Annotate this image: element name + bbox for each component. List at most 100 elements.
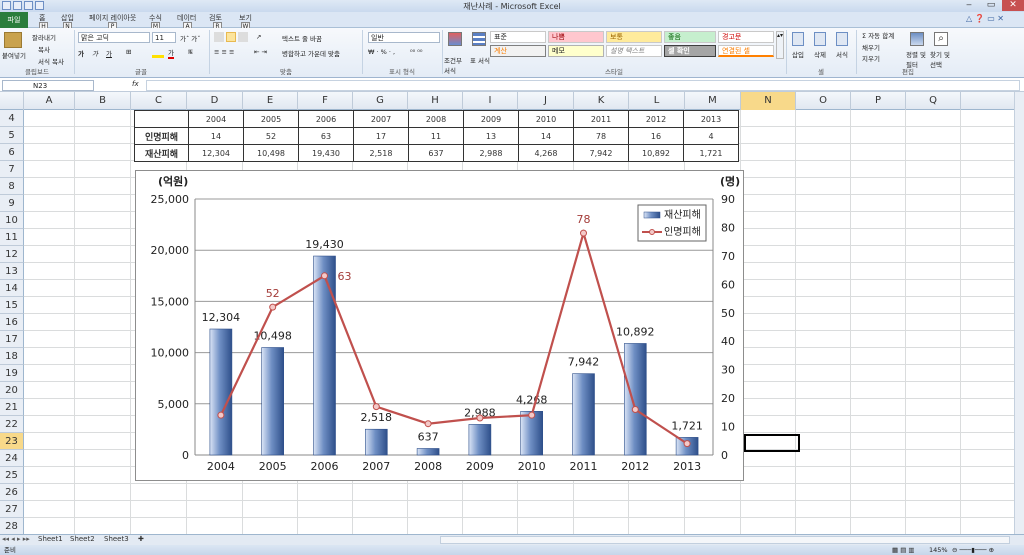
row-header[interactable]: 5 [0, 127, 24, 144]
fill-color-icon[interactable] [152, 48, 164, 58]
zoom-slider[interactable]: ⊖ ───▮─── ⊕ [952, 545, 994, 555]
minimize-icon[interactable]: ‒ [958, 0, 980, 11]
table-cell[interactable]: 2009 [463, 110, 519, 128]
autosum-button[interactable]: Σ 자동 합계 [862, 30, 894, 40]
row-header[interactable]: 15 [0, 297, 24, 314]
border-icon[interactable]: ⊞ [126, 48, 131, 56]
style-neutral[interactable]: 보통 [606, 31, 662, 43]
paste-icon[interactable] [4, 32, 22, 48]
sheet-nav-icon[interactable]: ◂◂ ◂ ▸ ▸▸ [2, 535, 30, 544]
table-cell[interactable]: 19,430 [298, 144, 354, 162]
zoom-level[interactable]: 145% [929, 545, 948, 555]
align-bottom-icon[interactable] [238, 32, 248, 42]
font-name-select[interactable]: 맑은 고딕 [78, 32, 150, 43]
select-all-corner[interactable] [0, 92, 24, 110]
row-header[interactable]: 6 [0, 144, 24, 161]
column-header[interactable]: C [131, 92, 187, 110]
table-format-icon[interactable] [472, 32, 486, 46]
table-cell[interactable]: 2007 [353, 110, 409, 128]
font-size-select[interactable]: 11 [152, 32, 176, 43]
column-header[interactable]: D [187, 92, 243, 110]
table-cell[interactable]: 14 [518, 127, 574, 145]
table-cell[interactable]: 2013 [683, 110, 739, 128]
table-cell[interactable]: 2010 [518, 110, 574, 128]
view-buttons-icon[interactable]: ▦ ▤ ▥ [892, 545, 915, 555]
row-header[interactable]: 12 [0, 246, 24, 263]
row-header[interactable]: 22 [0, 416, 24, 433]
insert-cells-button[interactable]: 삽입 [792, 49, 804, 59]
orientation-icon[interactable]: ↗ [256, 33, 261, 41]
number-format-select[interactable]: 일반 [368, 32, 440, 43]
table-cell[interactable]: 52 [243, 127, 299, 145]
active-cell-selection[interactable] [744, 434, 800, 452]
table-cell[interactable]: 2011 [573, 110, 629, 128]
column-header[interactable]: N [741, 92, 796, 110]
row-header[interactable]: 21 [0, 399, 24, 416]
row-header[interactable]: 11 [0, 229, 24, 246]
column-header[interactable]: I [463, 92, 518, 110]
column-header[interactable]: B [75, 92, 131, 110]
table-format-button[interactable]: 표 서식 [470, 55, 490, 65]
new-sheet-icon[interactable]: ✚ [138, 535, 144, 544]
tab-file[interactable]: 파일 [0, 12, 28, 28]
table-cell[interactable]: 11 [408, 127, 464, 145]
font-color-icon[interactable]: 가 [168, 47, 174, 59]
delete-cells-icon[interactable] [814, 32, 826, 46]
table-cell[interactable]: 17 [353, 127, 409, 145]
table-cell[interactable]: 10,498 [243, 144, 299, 162]
column-header[interactable]: J [518, 92, 574, 110]
row-header[interactable]: 19 [0, 365, 24, 382]
row-header[interactable]: 16 [0, 314, 24, 331]
sheet-tab-2[interactable]: Sheet2 [70, 535, 95, 544]
insert-function-button[interactable]: fx [132, 80, 139, 88]
table-cell[interactable]: 2008 [408, 110, 464, 128]
underline-icon[interactable]: 가 [106, 48, 112, 58]
table-cell[interactable]: 13 [463, 127, 519, 145]
find-select-icon[interactable]: ⌕ [934, 32, 948, 46]
column-header[interactable]: O [796, 92, 851, 110]
table-cell[interactable]: 16 [628, 127, 684, 145]
row-label-property[interactable]: 재산피해 [134, 144, 189, 162]
table-cell[interactable]: 4 [683, 127, 739, 145]
grow-font-icon[interactable]: 가ˆ 가ˇ [180, 33, 201, 43]
style-note[interactable]: 메모 [548, 45, 604, 57]
align-top-icon[interactable] [214, 32, 224, 42]
cut-button[interactable]: 잘라내기 [32, 32, 56, 42]
align-middle-icon[interactable] [226, 32, 236, 42]
table-cell[interactable]: 2005 [243, 110, 299, 128]
column-header[interactable]: L [629, 92, 685, 110]
column-header[interactable]: P [851, 92, 906, 110]
table-cell[interactable]: 2012 [628, 110, 684, 128]
close-icon[interactable]: ✕ [1002, 0, 1024, 11]
column-header[interactable]: H [408, 92, 463, 110]
horizontal-scrollbar[interactable] [440, 536, 1010, 544]
row-header[interactable]: 23 [0, 433, 24, 450]
column-header[interactable]: E [243, 92, 298, 110]
row-header[interactable]: 27 [0, 501, 24, 518]
formula-input[interactable] [146, 80, 1020, 91]
merge-center-button[interactable]: 병합하고 가운데 맞춤 [282, 48, 340, 58]
row-header[interactable]: 25 [0, 467, 24, 484]
format-cells-button[interactable]: 서식 [836, 49, 848, 59]
wrap-text-button[interactable]: 텍스트 줄 바꿈 [282, 33, 322, 43]
format-painter-button[interactable]: 서식 복사 [38, 56, 64, 66]
column-header[interactable]: F [298, 92, 353, 110]
table-cell[interactable]: 2,988 [463, 144, 519, 162]
style-check-cell[interactable]: 셀 확인 [664, 45, 716, 57]
italic-icon[interactable]: 가 [92, 48, 98, 58]
column-header[interactable]: A [24, 92, 75, 110]
column-header[interactable]: M [685, 92, 741, 110]
sheet-tab-3[interactable]: Sheet3 [104, 535, 129, 544]
row-header[interactable]: 13 [0, 263, 24, 280]
clear-button[interactable]: 지우기 [862, 53, 880, 63]
row-header[interactable]: 20 [0, 382, 24, 399]
align-left-icon[interactable]: ≡ ≡ ≡ [214, 48, 234, 56]
phonetic-icon[interactable]: ꯃ [188, 48, 193, 57]
row-header[interactable]: 7 [0, 161, 24, 178]
table-cell[interactable]: 2,518 [353, 144, 409, 162]
row-header[interactable]: 10 [0, 212, 24, 229]
column-header[interactable]: Q [906, 92, 961, 110]
format-cells-icon[interactable] [836, 32, 848, 46]
table-cell[interactable]: 2006 [298, 110, 354, 128]
table-cell[interactable]: 637 [408, 144, 464, 162]
